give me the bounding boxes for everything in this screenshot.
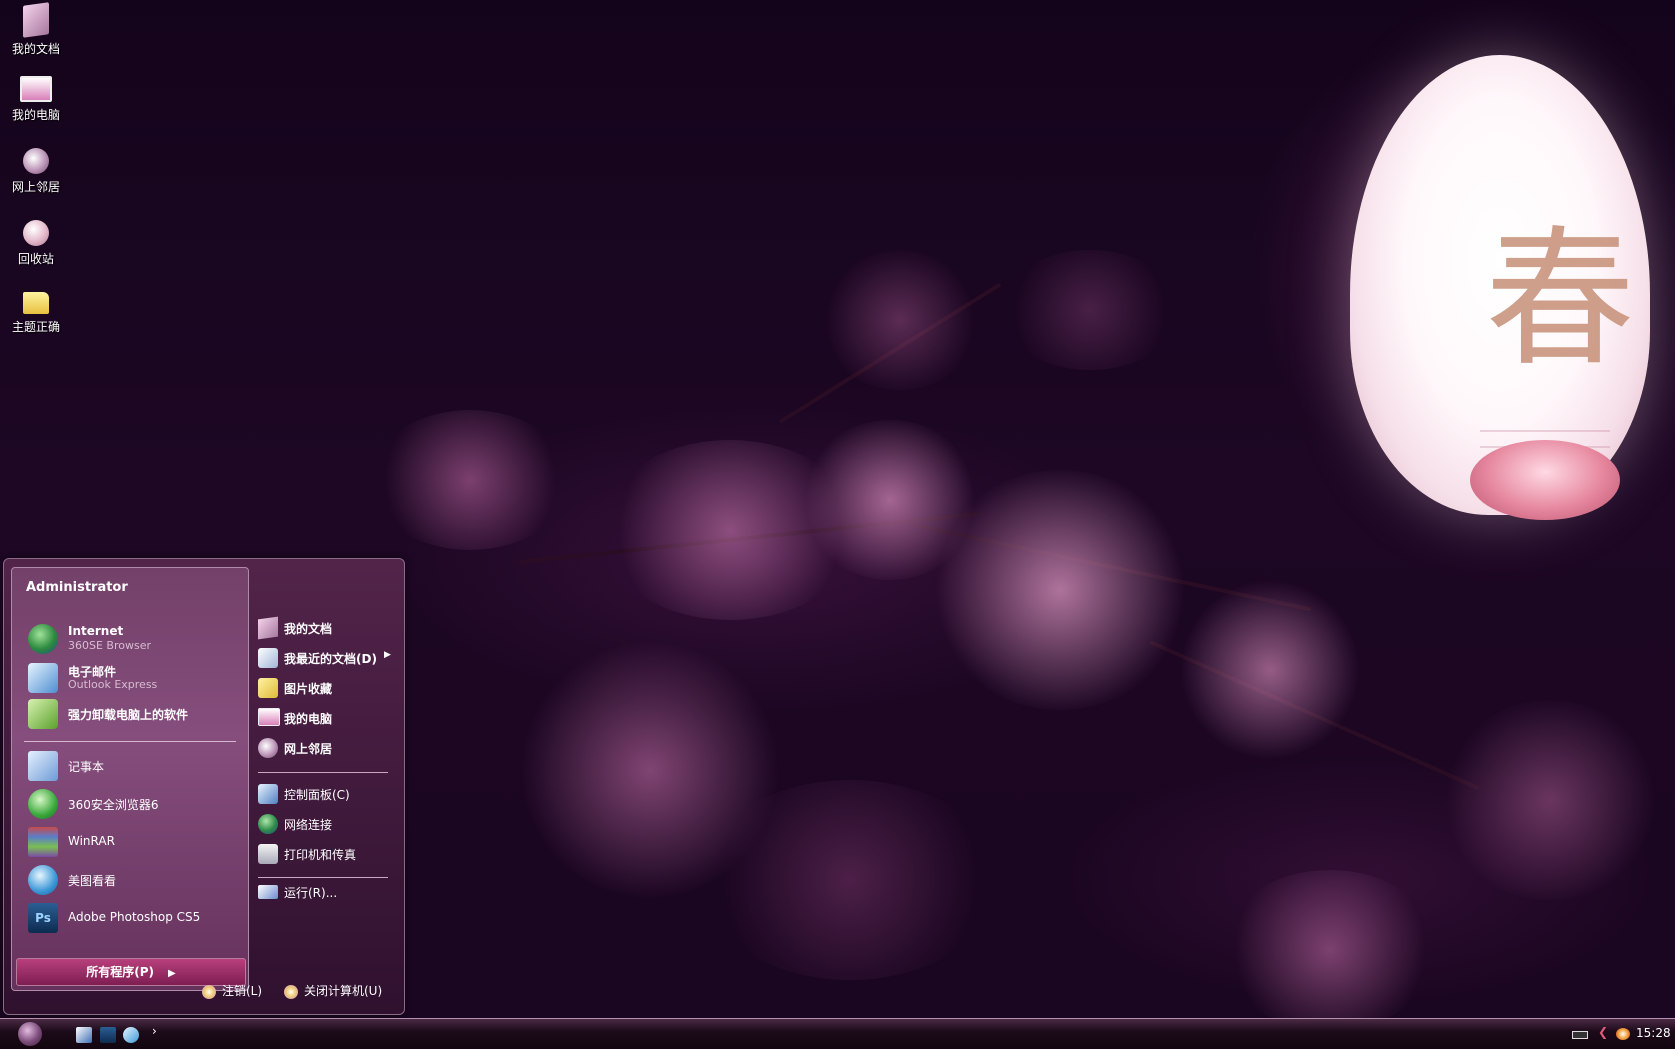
folder-icon [23,292,49,314]
right-item-run[interactable]: 运行(R)... [254,879,394,905]
separator [258,877,388,878]
program-item-meitu[interactable]: 美图看看 [24,862,244,898]
keyboard-icon[interactable] [1572,1031,1588,1039]
logoff-icon [202,984,216,999]
desktop-icon-documents[interactable]: 我的文档 [6,2,66,57]
pinned-item-email[interactable]: 电子邮件 Outlook Express [24,661,244,695]
right-item-network-connections[interactable]: 网络连接 [254,811,394,837]
arrow-right-icon: ▶ [384,650,391,660]
right-item-control-panel[interactable]: 控制面板(C) [254,781,394,807]
network-icon [23,148,49,174]
start-menu: Administrator Internet 360SE Browser 电子邮… [3,558,405,1015]
desktop-icon-label: 网上邻居 [11,180,60,194]
program-item-360-browser[interactable]: 360安全浏览器6 [24,786,244,822]
desktop-icon-network[interactable]: 网上邻居 [6,148,66,195]
uninstaller-icon [28,699,58,729]
start-menu-left-pane: Administrator Internet 360SE Browser 电子邮… [11,567,249,991]
desktop-icon-label: 我的文档 [11,42,60,56]
right-item-recent-documents[interactable]: 我最近的文档(D) ▶ [254,645,394,671]
quicklaunch-more-button[interactable]: › [152,1024,157,1038]
power-icon [284,984,298,999]
browser-icon[interactable] [123,1027,139,1043]
pinned-item-internet[interactable]: Internet 360SE Browser [24,622,244,656]
arrow-right-icon: ▶ [168,968,176,979]
360-browser-icon [28,789,58,819]
show-desktop-icon[interactable] [76,1027,92,1043]
winrar-icon [28,827,58,857]
logoff-button[interactable]: 注销(L) [202,982,262,1004]
documents-icon [23,2,49,38]
email-icon [28,663,58,693]
documents-icon [258,616,278,640]
desktop[interactable]: 春 我的文档 我的电脑 网上邻居 回收站 主题正确 Administrator … [0,0,1675,1049]
desktop-icon-label: 回收站 [17,252,54,266]
desktop-icon-computer[interactable]: 我的电脑 [6,76,66,123]
recent-documents-icon [258,648,278,668]
lantern-rib [1480,430,1610,432]
separator [24,741,236,742]
computer-icon [258,708,280,726]
network-tray-icon[interactable]: ❮ [1598,1025,1612,1039]
qq-tray-icon[interactable] [1616,1028,1630,1040]
start-button[interactable] [18,1022,42,1046]
notepad-icon [28,751,58,781]
photoshop-icon[interactable] [100,1027,116,1043]
lantern-character: 春 [1484,213,1635,387]
meitu-viewer-icon [28,865,58,895]
right-item-pictures[interactable]: 图片收藏 [254,675,394,701]
right-item-my-computer[interactable]: 我的电脑 [254,705,394,731]
photoshop-icon: Ps [28,903,58,933]
taskbar: › ❮ 15:28 [0,1018,1675,1049]
computer-icon [20,76,52,102]
desktop-icon-label: 我的电脑 [11,108,60,122]
right-item-my-documents[interactable]: 我的文档 [254,615,394,641]
desktop-icon-folder[interactable]: 主题正确 [6,292,66,335]
separator [258,772,388,773]
user-name: Administrator [26,580,128,595]
right-item-printers[interactable]: 打印机和传真 [254,841,394,867]
program-item-photoshop[interactable]: Ps Adobe Photoshop CS5 [24,900,244,936]
desktop-icon-label: 主题正确 [11,320,60,334]
program-item-winrar[interactable]: WinRAR [24,824,244,860]
right-item-network-places[interactable]: 网上邻居 [254,735,394,761]
shutdown-button[interactable]: 关闭计算机(U) [284,982,382,1004]
program-item-notepad[interactable]: 记事本 [24,748,244,784]
globe-icon [28,624,58,654]
printer-icon [258,844,278,864]
control-panel-icon [258,784,278,804]
network-connections-icon [258,814,278,834]
pictures-icon [258,678,278,698]
desktop-icon-recycle-bin[interactable]: 回收站 [6,220,66,267]
pinned-item-uninstaller[interactable]: 强力卸载电脑上的软件 [24,697,244,731]
run-icon [258,885,278,899]
lantern-base [1470,440,1620,520]
recycle-bin-icon [23,220,49,246]
network-icon [258,738,278,758]
clock[interactable]: 15:28 [1636,1026,1671,1040]
